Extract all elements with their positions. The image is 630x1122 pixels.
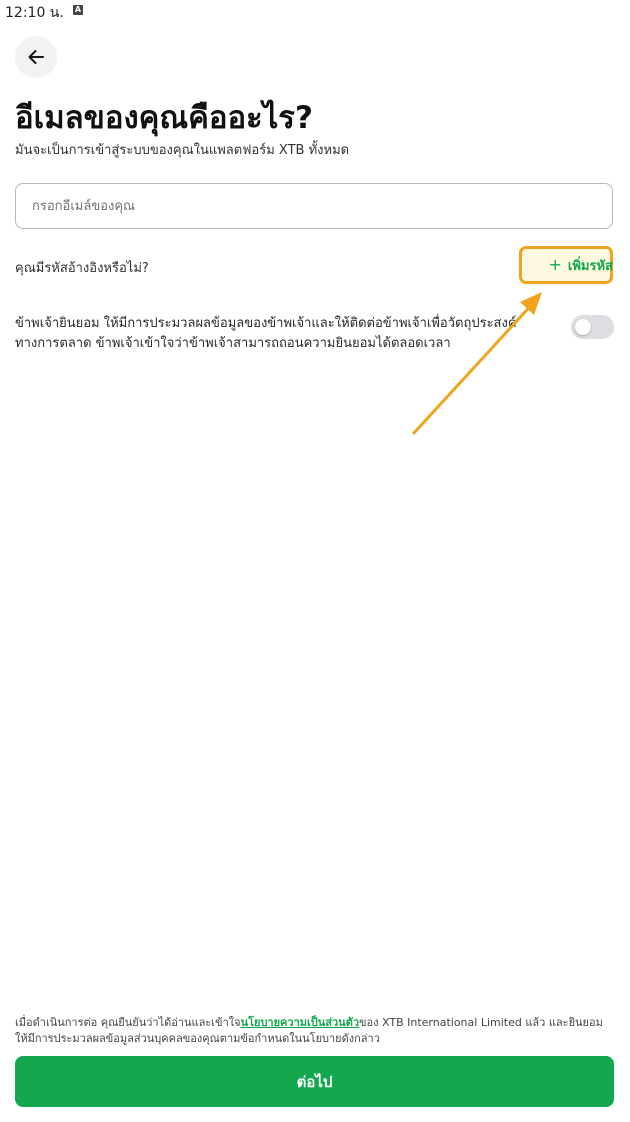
page-subtitle: มันจะเป็นการเข้าสู่ระบบของคุณในแพลตฟอร์ม…	[15, 143, 350, 158]
annotation-arrow	[412, 292, 542, 435]
privacy-policy-link[interactable]: นโยบายความเป็นส่วนตัว	[241, 1016, 359, 1029]
legal-note-prefix: เมื่อดำเนินการต่อ คุณยืนยันว่าได้อ่านและ…	[15, 1016, 241, 1029]
plus-icon: +	[548, 255, 562, 274]
a-box-icon: A	[73, 5, 83, 15]
page-title: อีเมลของคุณคืออะไร?	[15, 100, 313, 136]
arrow-left-icon	[28, 50, 44, 64]
marketing-consent-toggle[interactable]	[571, 315, 614, 339]
marketing-consent-text: ข้าพเจ้ายินยอม ให้มีการประมวลผลข้อมูลของ…	[15, 316, 517, 351]
status-time: 12:10 น.	[5, 5, 64, 21]
referral-question: คุณมีรหัสอ้างอิงหรือไม่?	[15, 261, 149, 276]
legal-note: เมื่อดำเนินการต่อ คุณยืนยันว่าได้อ่านและ…	[15, 1015, 615, 1047]
status-bar: 12:10 น. A	[0, 0, 630, 22]
add-referral-code-label: เพิ่มรหัส	[567, 259, 613, 274]
email-input[interactable]	[15, 183, 613, 229]
toggle-knob	[575, 319, 591, 335]
add-referral-code-button[interactable]: + เพิ่มรหัส	[549, 255, 613, 276]
next-button[interactable]: ต่อไป	[15, 1056, 614, 1107]
back-button[interactable]	[15, 36, 57, 78]
